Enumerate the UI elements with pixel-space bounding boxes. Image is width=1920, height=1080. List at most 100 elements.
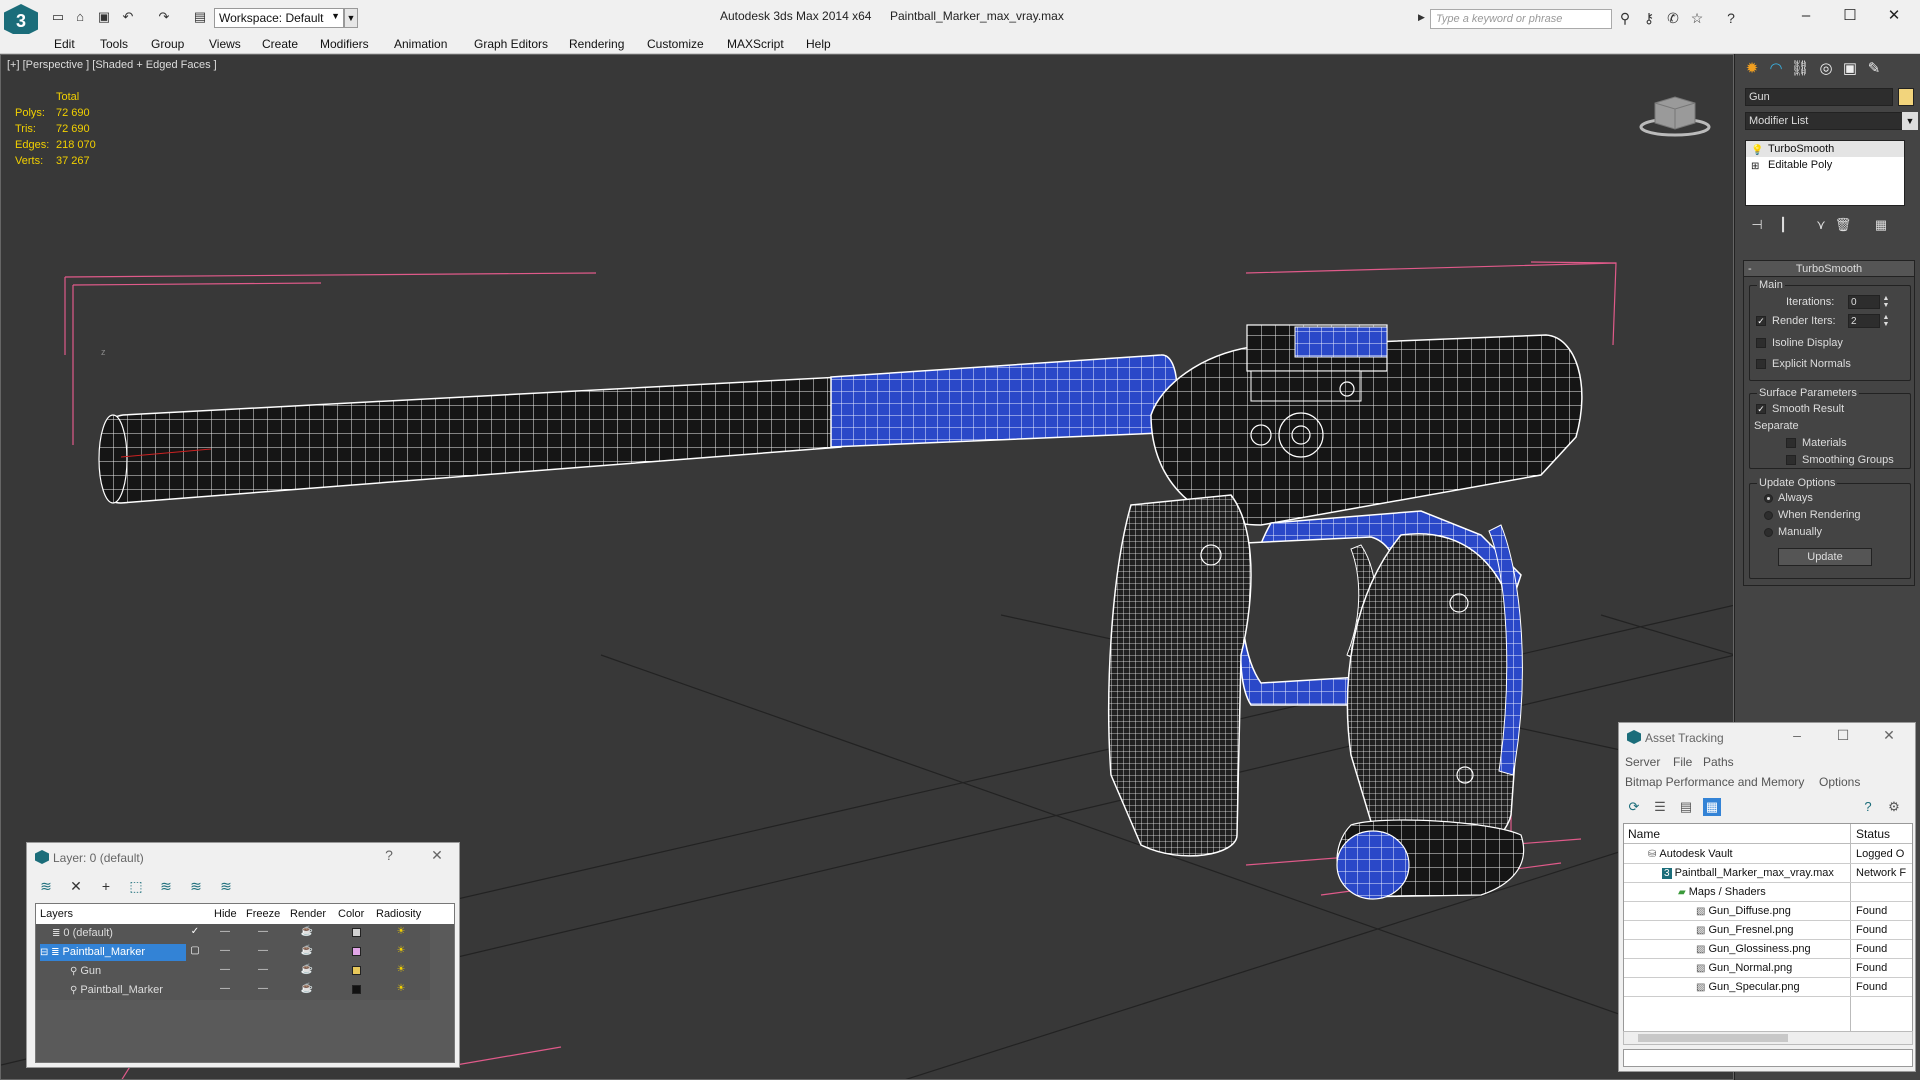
separate-materials-checkbox[interactable]	[1786, 438, 1796, 448]
object-color-swatch[interactable]	[1898, 88, 1914, 106]
minimize-window-icon[interactable]: –	[1794, 6, 1818, 26]
create-tab-icon[interactable]: ✹	[1741, 58, 1763, 80]
rollout-header[interactable]: - TurboSmooth	[1744, 261, 1914, 277]
update-always-radio[interactable]	[1764, 494, 1773, 503]
configure-modifier-sets-icon[interactable]: ▦	[1871, 216, 1891, 234]
freeze-toggle-icon[interactable]: —	[254, 964, 272, 975]
column-color[interactable]: Color	[338, 908, 364, 920]
communication-icon[interactable]: ✆	[1664, 9, 1682, 27]
workspace-dropdown[interactable]: Workspace: Default ▼	[214, 8, 344, 28]
favorites-star-icon[interactable]: ☆	[1688, 9, 1706, 27]
active-layer-box-icon[interactable]: ▢	[186, 945, 204, 956]
close-window-icon[interactable]: ✕	[1882, 6, 1906, 26]
column-freeze[interactable]: Freeze	[246, 908, 280, 920]
modifier-list-dropdown[interactable]: Modifier List ▼	[1745, 112, 1918, 130]
menu-options[interactable]: Options	[1819, 775, 1860, 789]
table-view-icon[interactable]: ▦	[1703, 798, 1721, 816]
viewcube-icon[interactable]	[1637, 91, 1711, 137]
update-button[interactable]: Update	[1778, 548, 1872, 566]
radiosity-icon[interactable]: ☀	[392, 983, 410, 994]
radiosity-icon[interactable]: ☀	[392, 926, 410, 937]
radiosity-icon[interactable]: ☀	[392, 945, 410, 956]
project-folder-icon[interactable]: ▤	[192, 9, 208, 25]
hierarchy-tab-icon[interactable]: ⛓	[1789, 58, 1811, 80]
create-layer-icon[interactable]: ≋	[37, 877, 55, 895]
utilities-tab-icon[interactable]: ✎	[1863, 58, 1885, 80]
hide-toggle-icon[interactable]: —	[216, 964, 234, 975]
add-to-layer-icon[interactable]: +	[97, 877, 115, 895]
menu-edit[interactable]: Edit	[54, 37, 75, 51]
stack-item-turbosmooth[interactable]: 💡 TurboSmooth	[1746, 141, 1904, 157]
freeze-all-layers-icon[interactable]: ≋	[217, 877, 235, 895]
hide-toggle-icon[interactable]: —	[216, 945, 234, 956]
column-render[interactable]: Render	[290, 908, 326, 920]
freeze-toggle-icon[interactable]: —	[254, 983, 272, 994]
freeze-toggle-icon[interactable]: —	[254, 926, 272, 937]
expand-plus-icon[interactable]: ⊞	[1751, 159, 1759, 175]
explicit-normals-checkbox[interactable]	[1756, 359, 1766, 369]
separate-smoothing-groups-checkbox[interactable]	[1786, 455, 1796, 465]
render-teapot-icon[interactable]: ☕	[298, 983, 316, 994]
list-view-icon[interactable]: ☰	[1651, 798, 1669, 816]
render-teapot-icon[interactable]: ☕	[298, 945, 316, 956]
menu-group[interactable]: Group	[151, 37, 184, 51]
redo-icon[interactable]: ↷	[156, 9, 172, 25]
update-when-rendering-radio[interactable]	[1764, 511, 1773, 520]
asset-row[interactable]: ▧ Gun_Diffuse.png Found	[1624, 902, 1912, 921]
show-end-result-icon[interactable]: ┃	[1773, 216, 1793, 234]
menu-create[interactable]: Create	[262, 37, 298, 51]
render-iters-checkbox[interactable]: ✓	[1756, 316, 1766, 326]
column-radiosity[interactable]: Radiosity	[376, 908, 421, 920]
display-tab-icon[interactable]: ▣	[1839, 58, 1861, 80]
vault-settings-icon[interactable]: ⚙	[1885, 798, 1903, 816]
column-status[interactable]: Status	[1856, 827, 1890, 841]
layer-row[interactable]: ⊟ ≣ Paintball_Marker ▢ — — ☕ ☀	[36, 943, 430, 962]
app-logo-icon[interactable]: 3	[4, 4, 38, 38]
menu-maxscript[interactable]: MAXScript	[727, 37, 784, 51]
make-unique-icon[interactable]: ⋎	[1811, 216, 1831, 234]
undo-icon[interactable]: ↶	[120, 9, 136, 25]
hide-toggle-icon[interactable]: —	[216, 926, 234, 937]
layer-color-swatch[interactable]	[352, 947, 361, 956]
layer-row[interactable]: ≣ 0 (default) ✓ — — ☕ ☀	[36, 924, 430, 943]
spinner-arrows-icon[interactable]: ▲ ▼	[1882, 314, 1890, 328]
asset-row[interactable]: 3 Paintball_Marker_max_vray.max Network F	[1624, 864, 1912, 883]
layer-color-swatch[interactable]	[352, 928, 361, 937]
menu-bitmap-performance[interactable]: Bitmap Performance and Memory	[1625, 775, 1804, 789]
help-icon[interactable]: ?	[1859, 798, 1877, 816]
freeze-toggle-icon[interactable]: —	[254, 945, 272, 956]
object-color-swatch[interactable]	[352, 985, 361, 994]
viewport-label[interactable]: [+] [Perspective ] [Shaded + Edged Faces…	[7, 59, 217, 71]
update-manually-radio[interactable]	[1764, 528, 1773, 537]
menu-file[interactable]: File	[1673, 755, 1692, 769]
isoline-display-checkbox[interactable]	[1756, 338, 1766, 348]
menu-animation[interactable]: Animation	[394, 37, 447, 51]
maximize-window-icon[interactable]: ☐	[1838, 6, 1862, 26]
play-arrow-icon[interactable]: ▶	[1418, 12, 1425, 23]
help-icon[interactable]: ?	[1722, 9, 1740, 27]
quick-access-menu-button[interactable]: ▼	[344, 8, 358, 28]
pin-stack-icon[interactable]: ⊣	[1747, 216, 1767, 234]
menu-tools[interactable]: Tools	[100, 37, 128, 51]
new-file-icon[interactable]: ▭	[50, 9, 66, 25]
horizontal-scrollbar[interactable]	[1623, 1031, 1913, 1045]
layer-object-row[interactable]: ⚲ Paintball_Marker — — ☕ ☀	[36, 981, 430, 1000]
tree-view-icon[interactable]: ▤	[1677, 798, 1695, 816]
menu-help[interactable]: Help	[806, 37, 831, 51]
asset-row[interactable]: ⛁ Autodesk Vault Logged O	[1624, 845, 1912, 864]
column-layers[interactable]: Layers	[40, 908, 73, 920]
column-hide[interactable]: Hide	[214, 908, 237, 920]
asset-row[interactable]: ▧ Gun_Specular.png Found	[1624, 978, 1912, 997]
modifier-stack[interactable]: 💡 TurboSmooth ⊞ Editable Poly	[1745, 140, 1905, 206]
asset-row[interactable]: ▧ Gun_Glossiness.png Found	[1624, 940, 1912, 959]
open-file-icon[interactable]: ⌂	[72, 9, 88, 25]
menu-customize[interactable]: Customize	[647, 37, 704, 51]
binoculars-icon[interactable]: ⚲	[1616, 9, 1634, 27]
stack-item-editable-poly[interactable]: ⊞ Editable Poly	[1746, 157, 1904, 173]
hide-all-layers-icon[interactable]: ≋	[187, 877, 205, 895]
hide-toggle-icon[interactable]: —	[216, 983, 234, 994]
minimize-window-icon[interactable]: –	[1787, 727, 1807, 743]
menu-server[interactable]: Server	[1625, 755, 1660, 769]
menu-modifiers[interactable]: Modifiers	[320, 37, 369, 51]
remove-modifier-icon[interactable]: 🗑	[1833, 216, 1853, 234]
